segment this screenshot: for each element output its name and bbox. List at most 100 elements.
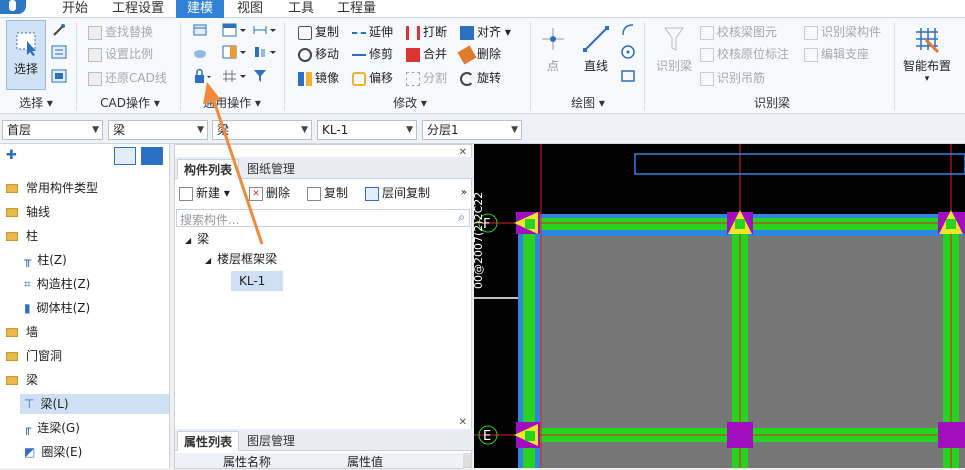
select-button[interactable]: 选择	[6, 20, 46, 90]
folder-icon	[6, 352, 18, 361]
tree-folder-beam[interactable]: 梁	[6, 370, 38, 390]
dimension-icon[interactable]	[252, 22, 278, 42]
align-button[interactable]: 对齐 ▾	[460, 22, 511, 42]
set-scale-button[interactable]: 设置比例	[88, 44, 153, 64]
identify-beam-button[interactable]: 识别梁	[652, 24, 696, 84]
smart-layout-button[interactable]: 智能布置 ▾	[898, 24, 956, 94]
point-label: 点	[546, 59, 559, 73]
merge-button[interactable]: 合并	[406, 44, 447, 64]
category-select[interactable]: 梁 ▼	[108, 120, 208, 140]
menu-start[interactable]: 开始	[62, 0, 88, 18]
layer-select[interactable]: 分层1 ▼	[422, 120, 522, 140]
layer-icon[interactable]	[192, 22, 208, 42]
tree-item-kl1[interactable]: KL-1	[231, 271, 283, 291]
tree-folder-door-window[interactable]: 门窗洞	[6, 346, 62, 366]
identify-beam-component-button[interactable]: 识别梁构件	[804, 22, 881, 42]
folder-open-icon	[6, 376, 18, 385]
line-button[interactable]: 直线	[578, 24, 614, 84]
mirror-button[interactable]: 镜像	[298, 68, 339, 88]
modify-group-label[interactable]: 修改 ▾	[290, 94, 530, 112]
tree-folder-common[interactable]: 常用构件类型	[6, 178, 98, 198]
menu-quantity[interactable]: 工程量	[337, 0, 376, 18]
tree-item-ring-beam[interactable]: ◩ 圈梁(E)	[24, 442, 82, 462]
rotate-button[interactable]: 旋转	[460, 68, 501, 88]
tree-folder-axis[interactable]: 轴线	[6, 202, 50, 222]
merge-icon	[406, 47, 420, 62]
tree-item-beam-l[interactable]: ⊤ 梁(L)	[20, 394, 169, 414]
move-button[interactable]: 移动	[298, 44, 339, 64]
drawing-canvas[interactable]: F E 00@2007(2)2C22	[474, 144, 965, 468]
list-view-icon[interactable]	[114, 147, 136, 165]
rectangle-icon[interactable]	[620, 68, 636, 88]
offset-button[interactable]: 偏移	[352, 68, 393, 88]
edit-support-button[interactable]: 编辑支座	[804, 44, 869, 64]
break-button[interactable]: 打断	[406, 22, 447, 42]
tree-root-beam[interactable]: ◢ 梁	[185, 229, 209, 249]
pick-tool-icon[interactable]	[51, 22, 67, 42]
arc-icon[interactable]	[620, 22, 636, 42]
component-select[interactable]: KL-1 ▼	[317, 120, 417, 140]
menu-modeling[interactable]: 建模	[176, 0, 224, 18]
more-actions-icon[interactable]: »	[461, 187, 467, 198]
restore-icon	[88, 71, 102, 86]
trim-button[interactable]: 修剪	[352, 44, 393, 64]
lock-icon[interactable]	[192, 68, 212, 88]
menu-project-settings[interactable]: 工程设置	[112, 0, 164, 18]
filter-select-icon[interactable]	[51, 68, 67, 88]
restore-cad-button[interactable]: 还原CAD线	[88, 68, 167, 88]
delete-button[interactable]: 删除	[457, 44, 501, 65]
chevron-down-icon: ▼	[406, 125, 413, 135]
property-tabs: 属性列表 图层管理	[175, 429, 473, 451]
tab-drawing-management[interactable]: 图纸管理	[241, 159, 301, 179]
tree-folder-column[interactable]: 柱	[6, 226, 38, 246]
column-icon: ╥	[24, 253, 32, 267]
hash-tool-icon[interactable]	[222, 68, 248, 88]
align-icon[interactable]	[252, 44, 278, 64]
tree-item-masonry-column[interactable]: ▮ 砌体柱(Z)	[24, 298, 90, 318]
draw-group-label[interactable]: 绘图 ▾	[536, 94, 640, 112]
split-button[interactable]: 分割	[406, 68, 447, 88]
filter-icon[interactable]	[252, 68, 268, 88]
check-annotation-button[interactable]: 校核原位标注	[700, 44, 789, 64]
cloud-icon[interactable]	[192, 44, 208, 64]
app-logo-icon[interactable]	[0, 0, 26, 14]
common-group-label[interactable]: 通用操作 ▾	[186, 94, 278, 112]
search-icon[interactable]: ⌕	[458, 210, 465, 225]
select-cursor-icon	[16, 32, 36, 56]
close-icon[interactable]: ✕	[459, 417, 467, 428]
tab-property-list[interactable]: 属性列表	[177, 431, 240, 451]
search-input[interactable]: 搜索构件... ⌕	[176, 209, 470, 227]
expand-all-icon[interactable]: ✚	[6, 148, 17, 163]
tab-component-list[interactable]: 构件列表	[177, 159, 240, 179]
tab-layer-management[interactable]: 图层管理	[241, 431, 301, 451]
tree-item-coupling-beam[interactable]: ╓ 连梁(G)	[24, 418, 80, 438]
circle-icon[interactable]	[620, 44, 636, 64]
view-layout-icon[interactable]	[222, 22, 248, 42]
grid-view-icon[interactable]	[141, 147, 163, 165]
copy-component-button[interactable]: 复制	[307, 183, 348, 203]
extend-button[interactable]: 延伸	[352, 22, 393, 42]
floor-copy-button[interactable]: 层间复制	[365, 183, 430, 203]
type-select[interactable]: 梁 ▼	[212, 120, 312, 140]
tree-item-constructional-column[interactable]: ⌗ 构造柱(Z)	[24, 274, 90, 294]
new-button[interactable]: 新建 ▾	[179, 183, 230, 203]
menu-view[interactable]: 视图	[237, 0, 263, 18]
menu-tools[interactable]: 工具	[288, 0, 314, 18]
check-beam-button[interactable]: 校核梁图元	[700, 22, 777, 42]
batch-select-icon[interactable]	[51, 44, 67, 64]
tree-folder-wall[interactable]: 墙	[6, 322, 38, 342]
cad-group-label[interactable]: CAD操作 ▾	[84, 94, 176, 112]
tree-group-floor-frame-beam[interactable]: ◢ 楼层框架梁	[205, 249, 277, 269]
identify-beam-icon	[664, 27, 684, 51]
identify-hanger-button[interactable]: 识别吊筋	[700, 68, 765, 88]
chevron-down-icon: ▼	[511, 125, 518, 135]
select-group-label[interactable]: 选择 ▾	[4, 94, 68, 112]
delete-component-button[interactable]: ✕ 删除	[249, 183, 290, 203]
tree-item-column-z[interactable]: ╥ 柱(Z)	[24, 250, 67, 270]
find-replace-button[interactable]: 查找替换	[88, 22, 153, 42]
floor-select[interactable]: 首层 ▼	[2, 120, 103, 140]
copy-button[interactable]: 复制	[298, 22, 339, 42]
orange-layout-icon[interactable]	[222, 44, 248, 64]
point-button[interactable]: 点	[536, 24, 570, 84]
scrollbar[interactable]	[463, 453, 471, 467]
